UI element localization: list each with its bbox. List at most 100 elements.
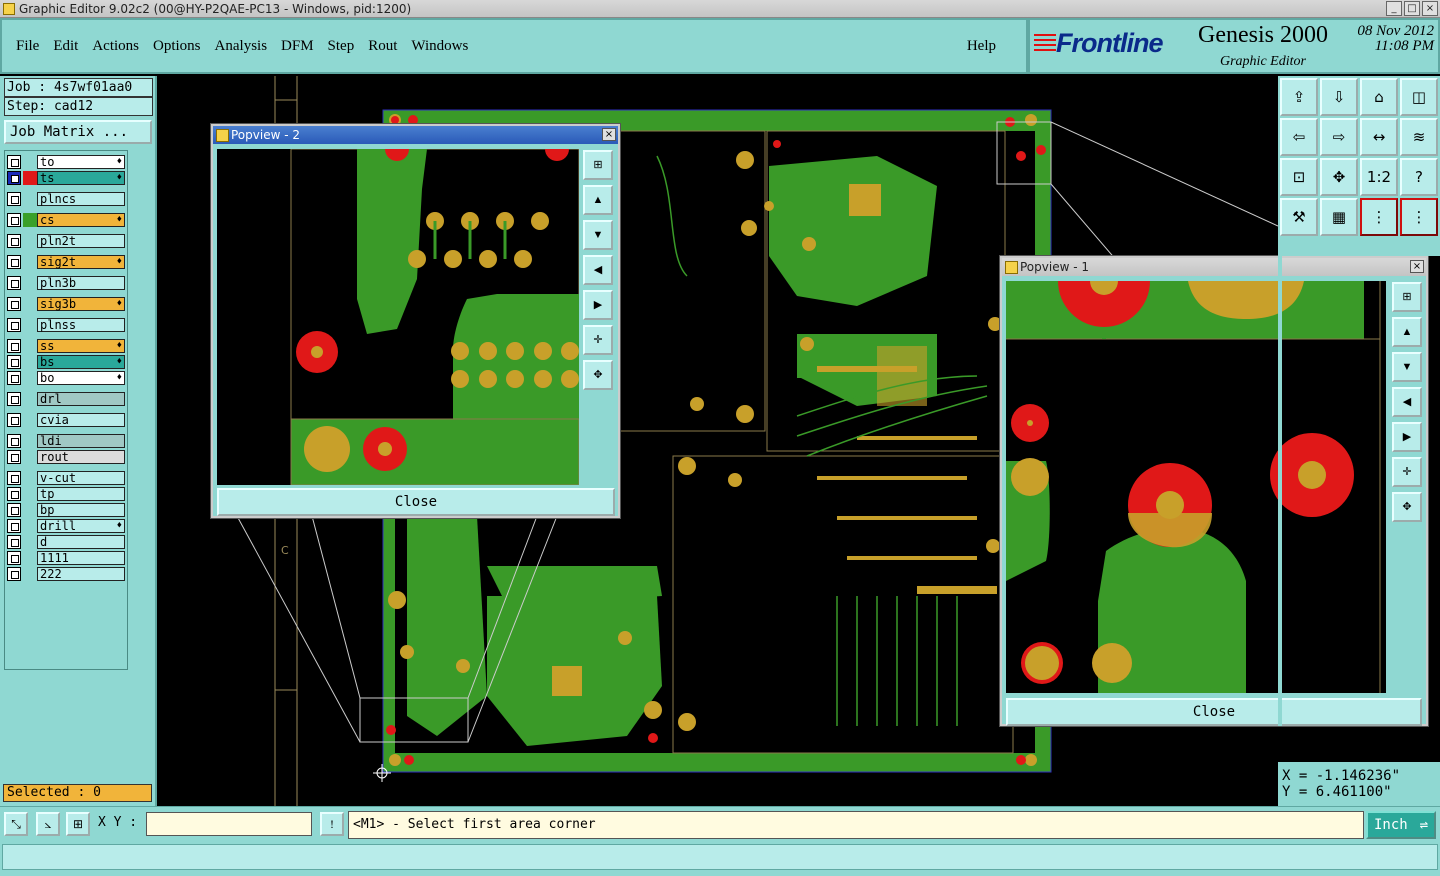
layer-checkbox[interactable]: [7, 392, 21, 406]
menu-rout[interactable]: Rout: [368, 38, 397, 55]
layer-row-tp[interactable]: tp: [7, 487, 125, 501]
pan-left-icon[interactable]: ⇦: [1280, 118, 1318, 156]
layer-checkbox[interactable]: [7, 487, 21, 501]
layer-name[interactable]: 222: [37, 567, 125, 581]
layer-name[interactable]: cvia: [37, 413, 125, 427]
measure-icon[interactable]: ⚒: [1280, 198, 1318, 236]
layer-name[interactable]: bs: [37, 355, 125, 369]
layer-row-drill[interactable]: drill: [7, 519, 125, 533]
layer-color-swatch[interactable]: [23, 213, 37, 227]
pv2-zoom-out-icon[interactable]: ✥: [583, 360, 613, 390]
pv2-zoom-fit-icon[interactable]: ⊞: [583, 150, 613, 180]
pv2-pan-right-icon[interactable]: ▶: [583, 290, 613, 320]
layer-snap-icon[interactable]: ⋮: [1400, 198, 1438, 236]
layer-checkbox[interactable]: [7, 318, 21, 332]
unit-select[interactable]: Inch ⇌: [1366, 811, 1436, 839]
snap-grid-icon[interactable]: ⊞: [66, 812, 90, 836]
layer-row-drl[interactable]: drl: [7, 392, 125, 406]
layer-checkbox[interactable]: [7, 339, 21, 353]
layer-row-bp[interactable]: bp: [7, 503, 125, 517]
pv2-pan-left-icon[interactable]: ◀: [583, 255, 613, 285]
layer-checkbox[interactable]: [7, 551, 21, 565]
layer-name[interactable]: drl: [37, 392, 125, 406]
layer-color-swatch[interactable]: [23, 155, 37, 169]
pv1-zoom-fit-icon[interactable]: ⊞: [1392, 282, 1422, 312]
menu-dfm[interactable]: DFM: [281, 38, 314, 55]
layer-name[interactable]: bo: [37, 371, 125, 385]
layer-color-swatch[interactable]: [23, 434, 37, 448]
pan-down-icon[interactable]: ⇩: [1320, 78, 1358, 116]
layer-name[interactable]: tp: [37, 487, 125, 501]
alert-icon[interactable]: !: [320, 812, 344, 836]
split-view-icon[interactable]: ◫: [1400, 78, 1438, 116]
layer-checkbox[interactable]: [7, 413, 21, 427]
layer-row-1111[interactable]: 1111: [7, 551, 125, 565]
layer-name[interactable]: sig3b: [37, 297, 125, 311]
layer-checkbox[interactable]: [7, 519, 21, 533]
menu-analysis[interactable]: Analysis: [215, 38, 268, 55]
layer-checkbox[interactable]: [7, 450, 21, 464]
layer-name[interactable]: cs: [37, 213, 125, 227]
layer-checkbox[interactable]: [7, 297, 21, 311]
popview-2-close-button[interactable]: Close: [217, 488, 615, 516]
layer-color-swatch[interactable]: [23, 276, 37, 290]
popview-1-canvas[interactable]: [1006, 281, 1386, 693]
layer-color-swatch[interactable]: [23, 535, 37, 549]
layer-row-ts[interactable]: ts: [7, 171, 125, 185]
layer-row-pln3b[interactable]: pln3b: [7, 276, 125, 290]
layer-color-swatch[interactable]: [23, 503, 37, 517]
menu-file[interactable]: File: [16, 38, 39, 55]
layer-checkbox[interactable]: [7, 234, 21, 248]
layer-color-swatch[interactable]: [23, 297, 37, 311]
layer-row-v-cut[interactable]: v-cut: [7, 471, 125, 485]
zoom-ratio-button[interactable]: 1:2: [1360, 158, 1398, 196]
layer-name[interactable]: sig2t: [37, 255, 125, 269]
layer-row-d[interactable]: d: [7, 535, 125, 549]
layer-name[interactable]: drill: [37, 519, 125, 533]
layer-color-swatch[interactable]: [23, 450, 37, 464]
popview-1-close-icon[interactable]: ×: [1410, 260, 1424, 273]
layer-checkbox[interactable]: [7, 471, 21, 485]
layer-checkbox[interactable]: [7, 192, 21, 206]
menu-edit[interactable]: Edit: [53, 38, 78, 55]
layer-color-swatch[interactable]: [23, 171, 37, 185]
layer-row-to[interactable]: to: [7, 155, 125, 169]
layer-checkbox[interactable]: [7, 213, 21, 227]
pv1-zoom-in-icon[interactable]: ✛: [1392, 457, 1422, 487]
layer-name[interactable]: plnss: [37, 318, 125, 332]
layer-name[interactable]: pln2t: [37, 234, 125, 248]
layer-name[interactable]: bp: [37, 503, 125, 517]
menu-windows[interactable]: Windows: [411, 38, 468, 55]
layer-row-bo[interactable]: bo: [7, 371, 125, 385]
pv1-pan-left-icon[interactable]: ◀: [1392, 387, 1422, 417]
layer-name[interactable]: pln3b: [37, 276, 125, 290]
layer-row-ldi[interactable]: ldi: [7, 434, 125, 448]
zoom-home-icon[interactable]: ⇪: [1280, 78, 1318, 116]
layer-color-swatch[interactable]: [23, 551, 37, 565]
xy-input[interactable]: [146, 812, 312, 836]
layer-row-rout[interactable]: rout: [7, 450, 125, 464]
minimize-button[interactable]: _: [1386, 1, 1402, 16]
layer-color-swatch[interactable]: [23, 567, 37, 581]
job-matrix-button[interactable]: Job Matrix ...: [4, 120, 152, 144]
help-icon[interactable]: ?: [1400, 158, 1438, 196]
redraw-icon[interactable]: ≋: [1400, 118, 1438, 156]
layer-color-swatch[interactable]: [23, 519, 37, 533]
layer-color-swatch[interactable]: [23, 355, 37, 369]
layer-name[interactable]: d: [37, 535, 125, 549]
layer-row-cs[interactable]: cs: [7, 213, 125, 227]
layer-row-plnss[interactable]: plnss: [7, 318, 125, 332]
zoom-center-icon[interactable]: ✥: [1320, 158, 1358, 196]
layer-color-swatch[interactable]: [23, 234, 37, 248]
layer-row-sig3b[interactable]: sig3b: [7, 297, 125, 311]
layer-checkbox[interactable]: [7, 255, 21, 269]
popview-1-close-button[interactable]: Close: [1006, 698, 1422, 726]
menu-actions[interactable]: Actions: [92, 38, 139, 55]
pv1-pan-up-icon[interactable]: ▲: [1392, 317, 1422, 347]
flip-icon[interactable]: ↔: [1360, 118, 1398, 156]
layer-checkbox[interactable]: [7, 371, 21, 385]
layer-name[interactable]: ss: [37, 339, 125, 353]
layer-color-swatch[interactable]: [23, 392, 37, 406]
layer-checkbox[interactable]: [7, 276, 21, 290]
layer-row-ss[interactable]: ss: [7, 339, 125, 353]
